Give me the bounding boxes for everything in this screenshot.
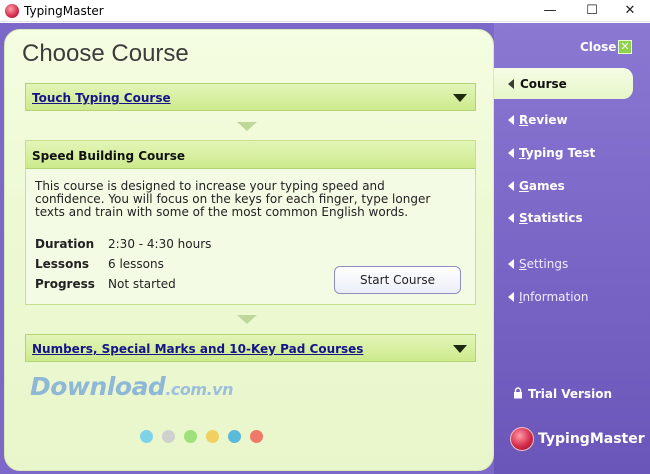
sidebar: Close ✕ Course Review Typing Test Games … [494, 23, 650, 474]
watermark-dot [228, 430, 241, 443]
watermark-suffix: .com.vn [165, 380, 233, 399]
sidebar-item-settings[interactable]: Settings [502, 253, 642, 275]
speed-building-course-title: Speed Building Course [32, 149, 185, 163]
arrow-left-icon [508, 115, 514, 125]
lessons-row: Lessons 6 lessons [35, 257, 164, 271]
chevron-down-icon[interactable] [453, 345, 467, 353]
sidebar-item-label: nformation [522, 290, 589, 304]
lessons-value: 6 lessons [108, 257, 164, 271]
sidebar-item-accesskey: S [519, 257, 527, 271]
lock-icon [514, 387, 522, 399]
duration-row: Duration 2:30 - 4:30 hours [35, 237, 211, 251]
lessons-label: Lessons [35, 257, 89, 271]
numbers-course-link[interactable]: Numbers, Special Marks and 10-Key Pad Co… [32, 342, 363, 356]
sidebar-item-label: tatistics [527, 211, 583, 225]
window-title: TypingMaster [24, 4, 104, 18]
page-title: Choose Course [22, 40, 189, 67]
progress-row: Progress Not started [35, 277, 176, 291]
watermark-dot [140, 430, 153, 443]
sidebar-item-label: ettings [526, 257, 569, 271]
maximize-button[interactable]: ☐ [572, 0, 612, 22]
sidebar-item-information[interactable]: Information [502, 286, 642, 308]
sidebar-item-label: eview [528, 113, 568, 127]
trial-version-label: Trial Version [528, 387, 613, 401]
duration-label: Duration [35, 237, 95, 251]
speed-building-course-panel: Speed Building Course This course is des… [25, 140, 476, 305]
sidebar-item-course[interactable]: Course [494, 68, 633, 99]
start-course-button[interactable]: Start Course [334, 266, 461, 294]
touch-typing-course-header[interactable]: Touch Typing Course [25, 83, 476, 111]
watermark-dot [184, 430, 197, 443]
main-content: Choose Course Touch Typing Course Speed … [4, 29, 494, 471]
sidebar-item-typing-test[interactable]: Typing Test [502, 142, 642, 164]
sidebar-item-label: Course [520, 77, 567, 91]
watermark-dot [206, 430, 219, 443]
sidebar-item-accesskey: R [519, 113, 529, 127]
progress-value: Not started [108, 277, 176, 291]
duration-value: 2:30 - 4:30 hours [108, 237, 212, 251]
sidebar-item-label: ames [528, 179, 565, 193]
speed-building-course-header: Speed Building Course [26, 141, 475, 169]
arrow-left-icon [508, 148, 514, 158]
arrow-left-icon [508, 292, 514, 302]
chevron-down-icon[interactable] [453, 94, 467, 102]
app-frame: Choose Course Touch Typing Course Speed … [0, 23, 650, 474]
arrow-left-icon [508, 213, 514, 223]
sidebar-item-review[interactable]: Review [502, 109, 642, 131]
app-icon [5, 4, 19, 18]
minimize-button[interactable]: — [530, 0, 570, 22]
sidebar-item-label: yping Test [525, 146, 596, 160]
sidebar-item-statistics[interactable]: Statistics [502, 207, 642, 229]
watermark-dot [162, 430, 175, 443]
connector-arrow-icon [237, 315, 257, 324]
title-bar: TypingMaster — ☐ ✕ [0, 0, 650, 22]
arrow-left-icon [508, 79, 514, 89]
watermark-text: Download.com.vn [30, 372, 233, 401]
progress-label: Progress [35, 277, 95, 291]
brand-name: TypingMaster [538, 431, 645, 447]
window-close-button[interactable]: ✕ [610, 0, 650, 22]
course-description: This course is designed to increase your… [35, 179, 431, 219]
watermark-main: Download [30, 372, 166, 401]
sidebar-item-accesskey: T [519, 146, 526, 160]
arrow-left-icon [508, 181, 514, 191]
typingmaster-logo-icon [510, 427, 534, 451]
touch-typing-course-link[interactable]: Touch Typing Course [32, 91, 171, 105]
close-button[interactable]: Close [580, 40, 616, 54]
sidebar-item-games[interactable]: Games [502, 175, 642, 197]
watermark-dot [250, 430, 263, 443]
sidebar-item-accesskey: G [519, 179, 529, 193]
numbers-course-header[interactable]: Numbers, Special Marks and 10-Key Pad Co… [25, 334, 476, 362]
close-icon[interactable]: ✕ [618, 40, 632, 54]
arrow-left-icon [508, 259, 514, 269]
sidebar-item-accesskey: S [519, 211, 528, 225]
connector-arrow-icon [237, 122, 257, 131]
